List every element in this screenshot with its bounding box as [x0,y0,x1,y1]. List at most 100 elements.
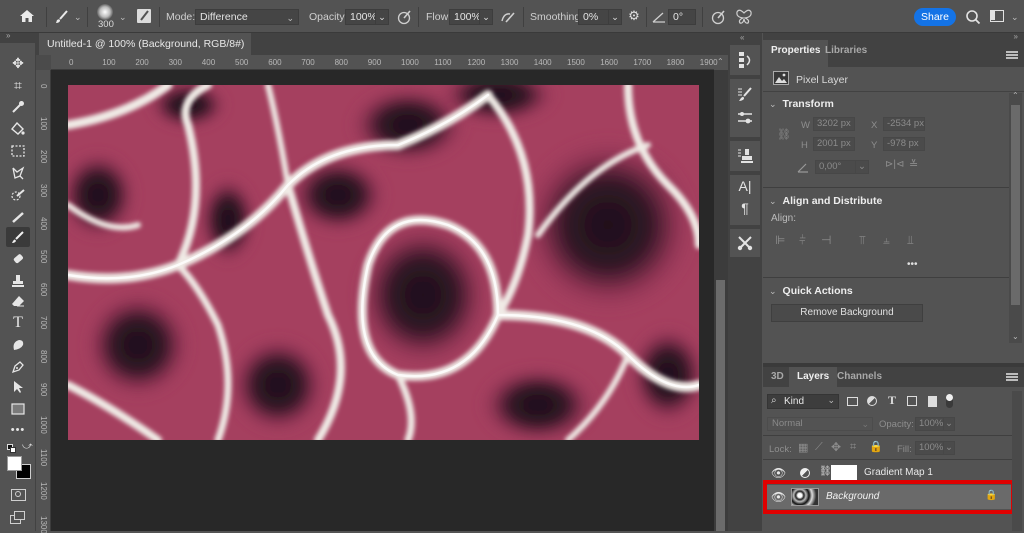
brush-tip-preview[interactable] [97,4,113,20]
flow-input[interactable]: 100% [449,9,481,25]
marquee-tool[interactable] [6,141,30,161]
adjustments-sliders-icon[interactable] [731,107,759,129]
character-panel-icon[interactable]: A| [731,175,759,197]
align-header[interactable]: ⌄ Align and Distribute [769,195,882,207]
align-vertical-center-icon[interactable]: ⫨ [883,233,890,248]
flow-dropdown[interactable]: ⌄ [479,9,493,25]
fill-dropdown[interactable]: ⌄ [943,441,955,455]
canvas-vertical-scrollbar[interactable]: ⌃ [714,57,728,531]
tab-channels[interactable]: Channels [829,367,890,387]
align-horizontal-center-icon[interactable]: ⫩ [799,233,806,248]
chevron-down-icon[interactable]: ⌄ [119,12,127,23]
type-tool[interactable]: T [6,313,30,333]
tool-presets-icon[interactable] [731,232,759,254]
align-left-icon[interactable]: ⊫ [775,233,785,247]
more-tools-icon[interactable]: ••• [6,420,30,440]
filter-smart-object-icon[interactable] [928,396,937,407]
lock-all-icon[interactable]: 🔒 [869,440,883,453]
panel-menu-icon[interactable] [1006,51,1018,59]
brush-settings-panel-icon[interactable] [731,83,759,105]
filter-adjustment-icon[interactable] [867,396,877,406]
default-colors-icon[interactable] [7,444,16,453]
eraser-tool[interactable] [6,291,30,311]
pen-smudge-tool[interactable] [6,335,30,355]
layers-scrollbar[interactable] [1012,391,1022,531]
chevron-down-icon[interactable]: ⌄ [1011,12,1019,23]
fill-input[interactable]: 100% [915,441,943,455]
rotation-input[interactable]: 0,00° [815,160,855,174]
pressure-opacity-icon[interactable] [396,9,412,25]
smoothing-dropdown[interactable]: ⌄ [608,9,622,25]
quick-actions-header[interactable]: ⌄ Quick Actions [769,285,853,297]
layer-opacity-input[interactable]: 100% [915,417,943,431]
x-input[interactable]: -2534 px [883,117,925,131]
brush-preset-icon[interactable] [54,9,70,25]
collapse-arrows-icon[interactable]: » [6,31,10,40]
search-icon[interactable] [965,9,981,25]
width-input[interactable]: 3202 px [813,117,855,131]
layer-filter-select[interactable]: ⌕ Kind ⌄ [767,394,839,409]
object-selection-tool[interactable] [6,163,30,183]
layer-opacity-dropdown[interactable]: ⌄ [943,417,955,431]
angle-input[interactable]: 0° [668,9,696,25]
clone-stamp-tool[interactable] [6,271,30,291]
flip-vertical-icon[interactable]: ≚ [909,158,918,171]
blend-mode-select[interactable]: Normal ⌄ [767,417,873,431]
align-bottom-icon[interactable]: ⫫ [907,233,914,248]
mask-link-icon[interactable]: ⛓ [819,466,832,477]
home-icon[interactable] [18,8,36,26]
scroll-up-icon[interactable]: ⌃ [1012,91,1019,100]
more-options-icon[interactable]: ••• [907,259,918,270]
y-input[interactable]: -978 px [883,137,925,151]
airbrush-icon[interactable] [500,9,516,25]
clone-source-icon[interactable] [731,145,759,167]
align-top-icon[interactable]: ⫪ [859,233,866,248]
workspace-icon[interactable] [990,10,1004,22]
lock-transparency-icon[interactable]: ▦ [798,441,808,454]
filter-toggle-icon[interactable] [946,394,953,408]
remove-background-button[interactable]: Remove Background [771,304,923,322]
scrollbar-thumb[interactable] [716,280,725,531]
smudge-tool[interactable] [6,207,30,227]
crop-tool[interactable]: ⌗ [6,75,30,95]
screen-mode-icon[interactable] [10,511,26,525]
smoothing-input[interactable]: 0% [578,9,608,25]
align-right-icon[interactable]: ⊣ [821,233,831,247]
opacity-input[interactable]: 100% [345,9,377,25]
brush-tool[interactable] [6,227,30,247]
foreground-color-swatch[interactable] [7,456,22,471]
layers-menu-icon[interactable] [1006,373,1018,381]
visibility-eye-icon[interactable]: 👁 [771,466,786,480]
paragraph-panel-icon[interactable]: ¶ [731,197,759,219]
rotation-dropdown[interactable]: ⌄ [855,160,869,174]
lock-position-icon[interactable]: ✥ [831,440,841,454]
healing-brush-tool[interactable] [6,249,30,269]
scroll-up-icon[interactable]: ⌃ [717,57,724,66]
pen-tool[interactable] [6,357,30,377]
document-tab[interactable]: Untitled-1 @ 100% (Background, RGB/8#) *… [39,33,251,72]
lock-artboard-icon[interactable]: ⌗ [850,441,856,454]
gear-icon[interactable]: ⚙ [627,9,641,23]
path-selection-tool[interactable] [6,377,30,397]
brush-settings-icon[interactable] [137,9,151,23]
paint-bucket-tool[interactable] [6,119,30,139]
quick-selection-tool[interactable] [6,185,30,205]
collapse-left-icon[interactable]: « [740,33,744,42]
tab-libraries[interactable]: Libraries [817,40,875,67]
scroll-down-icon[interactable]: ⌄ [1012,332,1019,341]
filter-type-icon[interactable]: T [888,393,896,408]
lock-pixels-icon[interactable]: ⟋ [815,441,823,454]
filter-shape-icon[interactable] [907,396,917,406]
tab-3d[interactable]: 3D [763,367,792,387]
chevron-down-icon[interactable]: ⌄ [74,12,82,23]
layer-mask-thumbnail[interactable] [831,465,857,481]
rectangle-tool[interactable] [6,399,30,419]
height-input[interactable]: 2001 px [813,137,855,151]
eyedropper-tool[interactable] [6,97,30,117]
share-button[interactable]: Share [914,8,956,26]
artwork-image[interactable] [68,85,699,440]
flip-horizontal-icon[interactable]: ⊳|⊲ [885,159,904,170]
pressure-size-icon[interactable] [710,9,726,25]
link-icon[interactable]: ⛓ [777,128,791,141]
layer-name[interactable]: Gradient Map 1 [864,467,933,478]
